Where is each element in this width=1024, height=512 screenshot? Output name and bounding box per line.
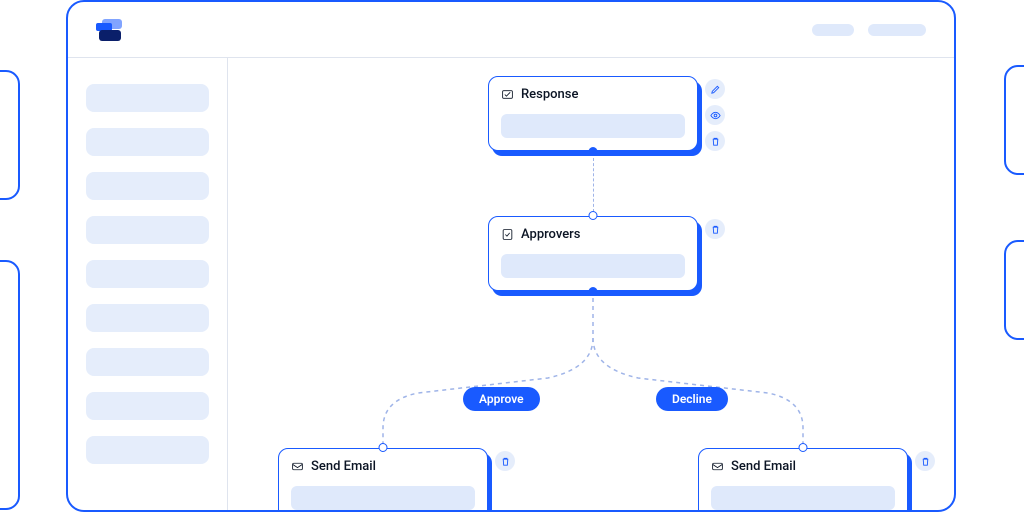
peripheral-card	[0, 70, 20, 200]
approvers-icon	[501, 228, 514, 241]
workflow-node-send-email[interactable]: Send Email	[278, 448, 488, 512]
mail-icon	[711, 460, 724, 473]
sidebar-item[interactable]	[86, 128, 209, 156]
view-button[interactable]	[705, 105, 725, 125]
peripheral-card	[0, 260, 20, 510]
mail-icon	[291, 460, 304, 473]
node-outport[interactable]	[589, 147, 598, 156]
node-title-text: Send Email	[311, 459, 376, 474]
sidebar	[68, 58, 228, 510]
node-outport[interactable]	[589, 287, 598, 296]
node-body-placeholder	[501, 114, 685, 138]
topbar	[68, 2, 954, 58]
trash-icon	[500, 456, 511, 467]
node-body-placeholder	[291, 486, 475, 510]
delete-button[interactable]	[705, 131, 725, 151]
peripheral-card	[1004, 65, 1024, 175]
logo-icon	[96, 19, 122, 41]
sidebar-item[interactable]	[86, 172, 209, 200]
node-title-text: Response	[521, 87, 578, 102]
trash-icon	[920, 456, 931, 467]
workflow-node-send-email[interactable]: Send Email	[698, 448, 908, 512]
sidebar-item[interactable]	[86, 84, 209, 112]
node-body-placeholder	[501, 254, 685, 278]
sidebar-item[interactable]	[86, 260, 209, 288]
sidebar-item[interactable]	[86, 216, 209, 244]
topbar-action-placeholder[interactable]	[812, 24, 854, 36]
peripheral-card	[1004, 240, 1024, 340]
app-window: Response	[66, 0, 956, 512]
edit-button[interactable]	[705, 79, 725, 99]
branch-label-decline[interactable]: Decline	[656, 387, 728, 411]
sidebar-item[interactable]	[86, 304, 209, 332]
workflow-canvas[interactable]: Response	[228, 58, 954, 510]
branch-label-approve[interactable]: Approve	[463, 387, 540, 411]
node-body-placeholder	[711, 486, 895, 510]
sidebar-item[interactable]	[86, 436, 209, 464]
topbar-action-placeholder[interactable]	[868, 24, 926, 36]
node-title-text: Approvers	[521, 227, 580, 242]
workflow-node-response[interactable]: Response	[488, 76, 698, 151]
sidebar-item[interactable]	[86, 392, 209, 420]
trash-icon	[710, 136, 721, 147]
delete-button[interactable]	[915, 451, 935, 471]
sidebar-item[interactable]	[86, 348, 209, 376]
workflow-node-approvers[interactable]: Approvers	[488, 216, 698, 291]
node-inport[interactable]	[589, 211, 598, 220]
topbar-actions	[812, 24, 926, 36]
node-inport[interactable]	[799, 443, 808, 452]
eye-icon	[710, 110, 721, 121]
response-icon	[501, 88, 514, 101]
delete-button[interactable]	[495, 451, 515, 471]
app-logo	[96, 19, 122, 41]
node-title-text: Send Email	[731, 459, 796, 474]
connector	[593, 158, 594, 212]
node-inport[interactable]	[379, 443, 388, 452]
trash-icon	[710, 224, 721, 235]
pencil-icon	[710, 84, 721, 95]
delete-button[interactable]	[705, 219, 725, 239]
